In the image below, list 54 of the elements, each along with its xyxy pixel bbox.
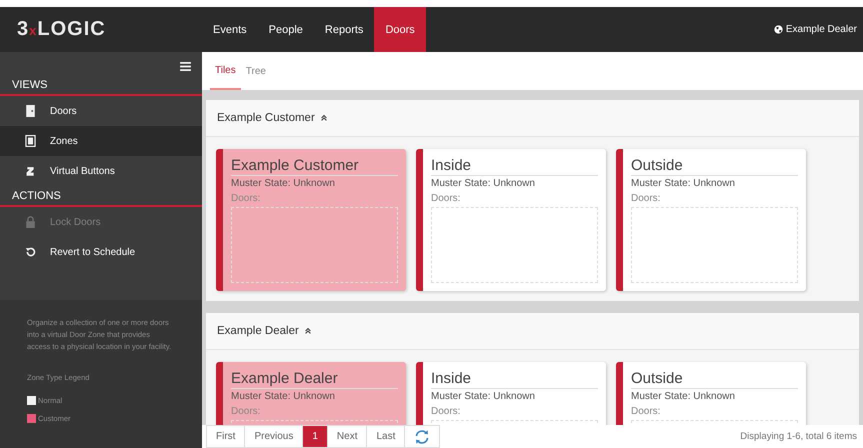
muster-state: Muster State: Unknown [631, 178, 736, 189]
pager-button[interactable]: Next [326, 425, 366, 448]
chevron-icon[interactable] [304, 327, 312, 335]
pager-button[interactable]: First [206, 425, 244, 448]
lock-icon [25, 216, 36, 228]
pager-button[interactable]: Previous [244, 425, 302, 448]
account-name[interactable]: Example Dealer [786, 24, 857, 35]
menu-icon[interactable] [180, 62, 191, 71]
zone-tile[interactable]: Outside Muster State: Unknown Doors: [616, 149, 806, 291]
muster-state: Muster State: Unknown [631, 391, 736, 402]
sidebar-item[interactable]: Virtual Buttons [0, 156, 202, 186]
muster-state: Muster State: Unknown [431, 391, 536, 402]
tile-title: Outside [631, 157, 798, 176]
logo: 3xLOGIC [16, 18, 107, 41]
doors-label: Doors: [431, 406, 462, 417]
nav-tab[interactable]: Events [202, 7, 258, 52]
view-tab[interactable]: Tiles [210, 52, 241, 90]
doors-label: Doors: [631, 193, 662, 204]
nav-tab[interactable]: People [258, 7, 314, 52]
undo-icon [25, 246, 36, 258]
tile-title: Inside [431, 370, 598, 389]
nav-tab[interactable]: Doors [374, 7, 426, 52]
sidebar-item[interactable]: Revert to Schedule [0, 237, 202, 267]
muster-state: Muster State: Unknown [231, 178, 336, 189]
doors-label: Doors: [631, 406, 662, 417]
zone-tile[interactable]: Inside Muster State: Unknown Doors: [416, 362, 606, 425]
group-title: Example Customer [217, 112, 315, 124]
zone-tile[interactable]: Outside Muster State: Unknown Doors: [616, 362, 806, 425]
tile-title: Example Customer [231, 157, 398, 176]
doors-label: Doors: [231, 193, 262, 204]
chevron-icon[interactable] [320, 114, 328, 122]
tile-title: Outside [631, 370, 798, 389]
pager-summary: Displaying 1-6, total 6 items [740, 431, 857, 442]
group-title: Example Dealer [217, 325, 299, 337]
refresh-button[interactable] [404, 425, 440, 448]
refresh-icon [414, 428, 430, 444]
zone-tile[interactable]: Example Customer Muster State: Unknown Doors: [216, 149, 406, 291]
globe-icon [774, 25, 783, 34]
tile-title: Inside [431, 157, 598, 176]
muster-state: Muster State: Unknown [231, 391, 336, 402]
door-frame-icon [25, 135, 36, 147]
view-tab[interactable]: Tree [240, 52, 271, 90]
zone-tile[interactable]: Example Dealer Muster State: Unknown Doors: [216, 362, 406, 425]
sidebar-item[interactable]: Zones [0, 126, 202, 156]
sidebar-item[interactable]: Doors [0, 96, 202, 126]
doors-label: Doors: [431, 193, 462, 204]
zone-tile[interactable]: Inside Muster State: Unknown Doors: [416, 149, 606, 291]
muster-state: Muster State: Unknown [431, 178, 536, 189]
nav-tab[interactable]: Reports [314, 7, 374, 52]
door-icon [25, 105, 36, 117]
doors-label: Doors: [231, 406, 262, 417]
pager-button[interactable]: Last [366, 425, 404, 448]
tile-title: Example Dealer [231, 370, 398, 389]
pager-button[interactable]: 1 [302, 425, 327, 448]
